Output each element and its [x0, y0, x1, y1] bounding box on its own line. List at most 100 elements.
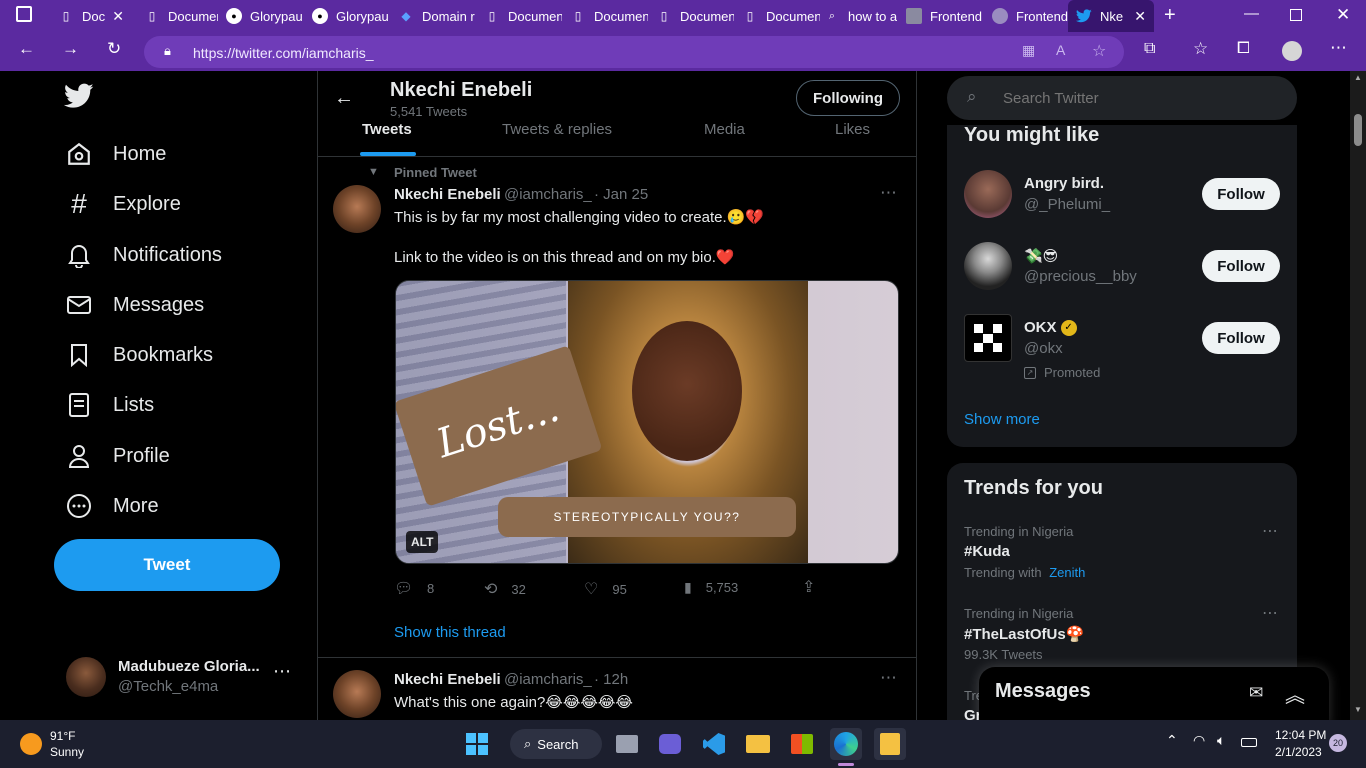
forward-icon[interactable]: →: [62, 39, 79, 59]
browser-tab[interactable]: ▯Documen: [650, 0, 734, 32]
trend-extra-link[interactable]: Zenith: [1049, 565, 1085, 580]
minimize-icon[interactable]: —: [1244, 5, 1259, 22]
back-arrow-icon[interactable]: ←: [334, 87, 354, 110]
tweet-more-icon[interactable]: ⋯: [880, 668, 897, 688]
back-icon[interactable]: ←: [18, 39, 35, 59]
pinned-tweet[interactable]: ▼ Pinned Tweet Nkechi Enebeli @iamcharis…: [318, 157, 916, 657]
browser-tab[interactable]: ▯ Doc ✕: [48, 0, 132, 32]
suggested-user[interactable]: 💸😎 @precious__bby Follow: [947, 233, 1297, 299]
nav-messages[interactable]: Messages: [64, 285, 204, 325]
nav-profile[interactable]: Profile: [64, 436, 170, 476]
battery-icon[interactable]: [1241, 738, 1257, 747]
restore-icon[interactable]: [1290, 9, 1302, 21]
browser-tab[interactable]: ● Glorypau: [306, 0, 390, 32]
browser-tab[interactable]: Frontend: [988, 0, 1068, 32]
tweet-media-image[interactable]: Lost... STEREOTYPICALLY YOU?? ALT: [395, 280, 899, 564]
tab-media[interactable]: Media: [704, 121, 745, 138]
new-tab-icon[interactable]: +: [1164, 4, 1176, 27]
suggested-user[interactable]: Angry bird. @_Phelumi_ Follow: [947, 161, 1297, 227]
favorites-icon[interactable]: ☆: [1193, 39, 1208, 59]
show-more-link[interactable]: Show more: [964, 411, 1040, 428]
messages-drawer[interactable]: Messages ✉ ︽: [979, 667, 1329, 720]
twitter-logo-icon[interactable]: [63, 83, 94, 114]
views-action[interactable]: ▮ 5,753: [684, 579, 738, 596]
alt-badge[interactable]: ALT: [406, 531, 439, 553]
tweet[interactable]: Nkechi Enebeli @iamcharis_ · 12h ⋯ What'…: [318, 658, 916, 720]
profile-icon[interactable]: [1282, 41, 1302, 61]
read-aloud-icon[interactable]: A: [1056, 42, 1065, 58]
account-switcher[interactable]: Madubueze Gloria... @Techk_e4ma ⋯: [54, 647, 304, 707]
tweet-author-handle[interactable]: @iamcharis_: [504, 671, 592, 688]
tweet-author-handle[interactable]: @iamcharis_: [504, 186, 592, 203]
tweet-author-name[interactable]: Nkechi Enebeli: [394, 186, 501, 203]
clock-time[interactable]: 12:04 PM: [1275, 728, 1326, 742]
edge-icon[interactable]: [830, 728, 862, 760]
nav-more[interactable]: More: [64, 486, 159, 526]
collections-icon[interactable]: ⧠: [1237, 40, 1250, 58]
favorite-star-icon[interactable]: ☆: [1092, 41, 1106, 61]
notes-app-icon[interactable]: [874, 728, 906, 760]
chevron-up-icon[interactable]: ︽: [1285, 679, 1305, 708]
follow-button[interactable]: Follow: [1202, 322, 1280, 354]
tweet-time[interactable]: · Jan 25: [594, 186, 648, 203]
notification-count-badge[interactable]: 20: [1329, 734, 1347, 752]
browser-tab[interactable]: ▯Documen: [478, 0, 562, 32]
show-thread-link[interactable]: Show this thread: [394, 624, 506, 641]
teams-chat-icon[interactable]: [654, 728, 686, 760]
scrollbar-thumb[interactable]: [1354, 114, 1362, 146]
reply-action[interactable]: 💬︎ 8: [394, 579, 434, 597]
task-view-icon[interactable]: [611, 728, 643, 760]
browser-tab[interactable]: ● Glorypau: [220, 0, 304, 32]
tab-actions-icon[interactable]: [16, 6, 32, 22]
nav-home[interactable]: Home: [64, 134, 166, 174]
search-input[interactable]: [1003, 87, 1273, 109]
address-bar[interactable]: 🔒︎ https://twitter.com/iamcharis_ ▦ A ☆: [144, 36, 1124, 68]
show-hidden-icons[interactable]: ⌃: [1166, 732, 1178, 749]
close-window-icon[interactable]: ✕: [1336, 5, 1350, 25]
nav-bookmarks[interactable]: Bookmarks: [64, 335, 213, 375]
nav-notifications[interactable]: Notifications: [64, 235, 222, 275]
volume-icon[interactable]: 🔈︎: [1217, 732, 1225, 749]
tweet-more-icon[interactable]: ⋯: [880, 183, 897, 203]
share-icon[interactable]: ⇪: [802, 577, 815, 597]
close-tab-icon[interactable]: ✕: [1134, 8, 1146, 25]
vscode-icon[interactable]: [698, 728, 730, 760]
settings-more-icon[interactable]: ⋯: [1330, 38, 1347, 58]
new-message-icon[interactable]: ✉: [1249, 683, 1263, 703]
trend-more-icon[interactable]: ⋯: [1262, 603, 1278, 623]
browser-tab[interactable]: ▯Documen: [736, 0, 820, 32]
wifi-icon[interactable]: ◠: [1193, 732, 1205, 749]
app-available-icon[interactable]: ▦: [1022, 42, 1035, 59]
follow-button[interactable]: Follow: [1202, 178, 1280, 210]
browser-tab[interactable]: ▯Documen: [564, 0, 648, 32]
follow-button[interactable]: Follow: [1202, 250, 1280, 282]
browser-tab[interactable]: ◆ Domain r: [392, 0, 476, 32]
taskbar-search[interactable]: ⌕ Search: [510, 729, 602, 759]
tweet-author-name[interactable]: Nkechi Enebeli: [394, 671, 501, 688]
close-tab-icon[interactable]: ✕: [112, 8, 124, 25]
nav-explore[interactable]: # Explore: [64, 184, 181, 224]
following-button[interactable]: Following: [796, 80, 900, 116]
store-icon[interactable]: [786, 728, 818, 760]
nav-lists[interactable]: Lists: [64, 385, 154, 425]
browser-tab[interactable]: Frontend: [902, 0, 986, 32]
browser-tab[interactable]: ▯Documen: [134, 0, 218, 32]
suggested-user-promoted[interactable]: OKX ✓ @okx ↗ Promoted Follow: [947, 305, 1297, 395]
scrollbar-up-arrow-icon[interactable]: ▲: [1354, 73, 1362, 82]
extensions-icon[interactable]: ⧉: [1144, 40, 1155, 58]
refresh-icon[interactable]: ↻: [107, 39, 121, 59]
like-action[interactable]: ♡ 95: [584, 579, 627, 599]
scrollbar-down-arrow-icon[interactable]: ▼: [1354, 705, 1362, 714]
page-scrollbar[interactable]: ▲ ▼: [1350, 71, 1366, 720]
trend-item[interactable]: Trending in Nigeria #Kuda Trending with …: [947, 519, 1297, 599]
tab-likes[interactable]: Likes: [835, 121, 870, 138]
start-button[interactable]: [461, 728, 493, 760]
trend-more-icon[interactable]: ⋯: [1262, 521, 1278, 541]
clock-date[interactable]: 2/1/2023: [1275, 745, 1322, 759]
tab-tweets[interactable]: Tweets: [362, 121, 412, 138]
browser-tab[interactable]: ⌕ how to a: [820, 0, 900, 32]
tweet-avatar[interactable]: [333, 185, 381, 233]
weather-widget[interactable]: 91°F Sunny: [12, 726, 132, 762]
retweet-action[interactable]: ⟲ 32: [484, 579, 526, 599]
browser-tab-active[interactable]: Nke ✕: [1068, 0, 1154, 32]
